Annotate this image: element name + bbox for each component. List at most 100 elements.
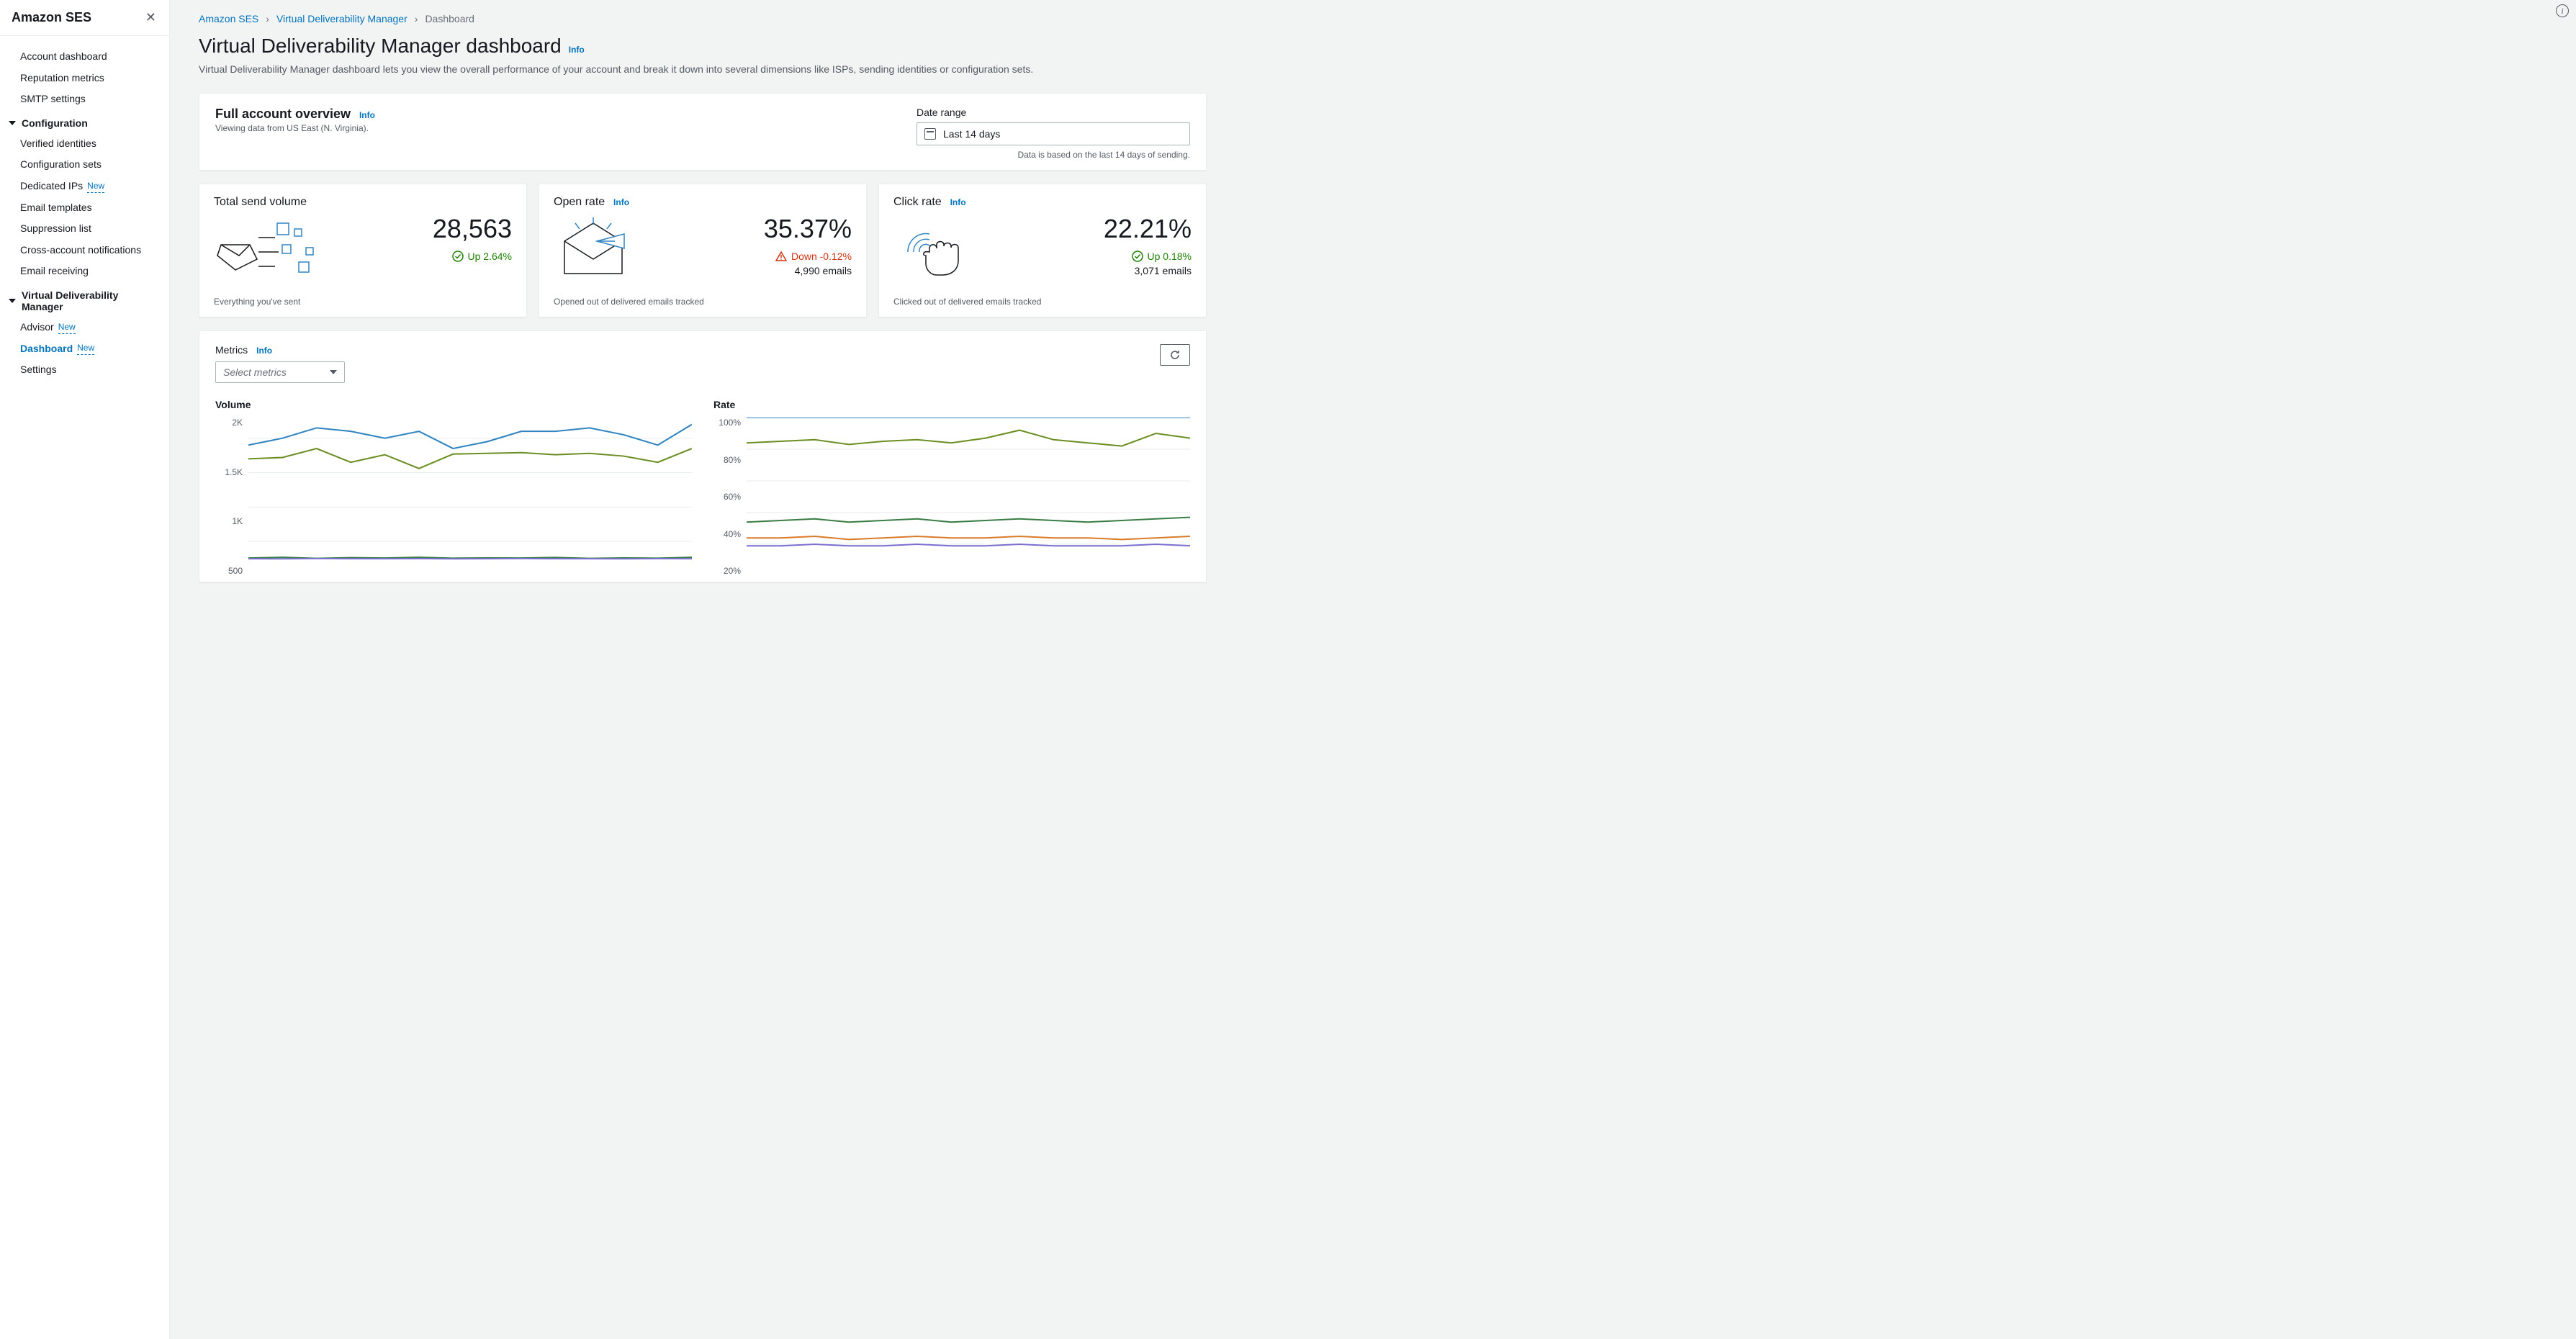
- envelope-open-icon: [554, 216, 633, 281]
- refresh-button[interactable]: [1160, 344, 1190, 366]
- y-tick: 40%: [713, 529, 741, 539]
- kpi-delta: Up 2.64%: [433, 251, 512, 262]
- chart-title: Volume: [215, 399, 692, 410]
- kpi-title: Total send volume: [214, 196, 307, 208]
- kpi-delta-text: Up 0.18%: [1148, 251, 1192, 262]
- info-link[interactable]: Info: [613, 197, 629, 207]
- sidebar-header: Amazon SES ✕: [0, 0, 169, 36]
- kpi-footer: Everything you've sent: [214, 297, 512, 307]
- info-link[interactable]: Info: [569, 45, 585, 55]
- kpi-footer: Clicked out of delivered emails tracked: [893, 297, 1192, 307]
- y-tick: 1K: [215, 516, 243, 526]
- sidebar-item-dashboard[interactable]: Dashboard New: [0, 338, 169, 360]
- nav-item-label: Dedicated IPs: [20, 179, 83, 194]
- sidebar-item-account-dashboard[interactable]: Account dashboard: [0, 46, 169, 68]
- caret-down-icon: [9, 121, 16, 125]
- kpi-delta-text: Up 2.64%: [468, 251, 512, 262]
- date-range-input[interactable]: Last 14 days: [917, 122, 1190, 145]
- caret-down-icon: [330, 370, 337, 374]
- kpi-click-rate: Click rate Info: [878, 184, 1207, 317]
- chevron-right-icon: ›: [266, 13, 269, 24]
- nav: Account dashboard Reputation metrics SMT…: [0, 36, 169, 381]
- y-tick: 100%: [713, 418, 741, 428]
- check-circle-icon: [452, 251, 464, 262]
- sidebar-item-verified-identities[interactable]: Verified identities: [0, 133, 169, 155]
- chart-title: Rate: [713, 399, 1190, 410]
- sidebar-item-dedicated-ips[interactable]: Dedicated IPs New: [0, 176, 169, 197]
- close-icon[interactable]: ✕: [145, 10, 156, 25]
- metrics-panel: Metrics Info Select metrics: [199, 330, 1207, 582]
- volume-chart-svg: [248, 418, 692, 576]
- overview-title: Full account overview: [215, 107, 351, 121]
- info-icon[interactable]: i: [2556, 4, 2569, 17]
- overview-panel: Full account overview Info Viewing data …: [199, 93, 1207, 171]
- select-metrics-dropdown[interactable]: Select metrics: [215, 361, 345, 383]
- nav-section-configuration[interactable]: Configuration: [0, 110, 169, 133]
- kpi-title: Click rate: [893, 196, 942, 208]
- envelope-send-icon: [214, 216, 315, 281]
- kpi-subvalue: 4,990 emails: [764, 265, 852, 276]
- metrics-title: Metrics: [215, 344, 248, 356]
- y-tick: 60%: [713, 492, 741, 502]
- nav-section-label: Virtual Deliverability Manager: [22, 289, 158, 312]
- check-circle-icon: [1132, 251, 1143, 262]
- new-badge: New: [87, 180, 104, 193]
- info-link[interactable]: Info: [256, 346, 272, 356]
- y-tick: 80%: [713, 455, 741, 465]
- rate-y-axis: 100% 80% 60% 40% 20%: [713, 418, 741, 576]
- sidebar-item-smtp-settings[interactable]: SMTP settings: [0, 89, 169, 110]
- sidebar-item-suppression-list[interactable]: Suppression list: [0, 218, 169, 240]
- kpi-value: 28,563: [433, 216, 512, 242]
- info-link[interactable]: Info: [359, 110, 375, 120]
- date-range-note: Data is based on the last 14 days of sen…: [917, 150, 1190, 160]
- warning-triangle-icon: [775, 251, 787, 262]
- kpi-open-rate: Open rate Info: [539, 184, 867, 317]
- y-tick: 1.5K: [215, 467, 243, 477]
- sidebar: Amazon SES ✕ Account dashboard Reputatio…: [0, 0, 170, 1339]
- nav-item-label: Dashboard: [20, 342, 73, 356]
- nav-section-vdm[interactable]: Virtual Deliverability Manager: [0, 282, 169, 317]
- calendar-icon: [924, 128, 936, 140]
- kpi-delta: Up 0.18%: [1104, 251, 1192, 262]
- rate-chart-svg: [747, 418, 1190, 576]
- sidebar-item-email-templates[interactable]: Email templates: [0, 197, 169, 219]
- overview-subtitle: Viewing data from US East (N. Virginia).: [215, 123, 375, 133]
- sidebar-item-advisor[interactable]: Advisor New: [0, 317, 169, 338]
- kpi-delta: Down -0.12%: [764, 251, 852, 262]
- kpi-row: Total send volume: [199, 184, 1207, 317]
- info-link[interactable]: Info: [950, 197, 966, 207]
- breadcrumb-link-vdm[interactable]: Virtual Deliverability Manager: [276, 13, 407, 24]
- sidebar-title: Amazon SES: [12, 10, 91, 25]
- kpi-value: 35.37%: [764, 216, 852, 242]
- chevron-right-icon: ›: [415, 13, 418, 24]
- kpi-value: 22.21%: [1104, 216, 1192, 242]
- new-badge: New: [58, 321, 76, 334]
- kpi-send-volume: Total send volume: [199, 184, 527, 317]
- kpi-title: Open rate: [554, 196, 605, 208]
- kpi-footer: Opened out of delivered emails tracked: [554, 297, 852, 307]
- date-range-label: Date range: [917, 107, 1190, 118]
- page-description: Virtual Deliverability Manager dashboard…: [199, 62, 1207, 77]
- main: i Amazon SES › Virtual Deliverability Ma…: [170, 0, 2576, 1339]
- kpi-subvalue: 3,071 emails: [1104, 265, 1192, 276]
- rate-chart: Rate 100% 80% 60% 40% 20%: [713, 399, 1190, 576]
- nav-item-label: Advisor: [20, 320, 54, 335]
- select-placeholder: Select metrics: [223, 366, 287, 378]
- refresh-icon: [1169, 349, 1181, 361]
- breadcrumb: Amazon SES › Virtual Deliverability Mana…: [199, 13, 1207, 24]
- sidebar-item-configuration-sets[interactable]: Configuration sets: [0, 154, 169, 176]
- breadcrumb-link-ses[interactable]: Amazon SES: [199, 13, 258, 24]
- volume-y-axis: 2K 1.5K 1K 500: [215, 418, 243, 576]
- date-range-value: Last 14 days: [943, 128, 1000, 140]
- pointer-click-icon: [893, 216, 980, 281]
- sidebar-item-reputation-metrics[interactable]: Reputation metrics: [0, 68, 169, 89]
- sidebar-item-email-receiving[interactable]: Email receiving: [0, 261, 169, 282]
- sidebar-item-settings[interactable]: Settings: [0, 359, 169, 381]
- y-tick: 20%: [713, 566, 741, 576]
- nav-section-label: Configuration: [22, 117, 88, 129]
- sidebar-item-cross-account-notifications[interactable]: Cross-account notifications: [0, 240, 169, 261]
- y-tick: 500: [215, 566, 243, 576]
- page-title: Virtual Deliverability Manager dashboard: [199, 35, 562, 58]
- breadcrumb-current: Dashboard: [425, 13, 474, 24]
- new-badge: New: [77, 342, 94, 355]
